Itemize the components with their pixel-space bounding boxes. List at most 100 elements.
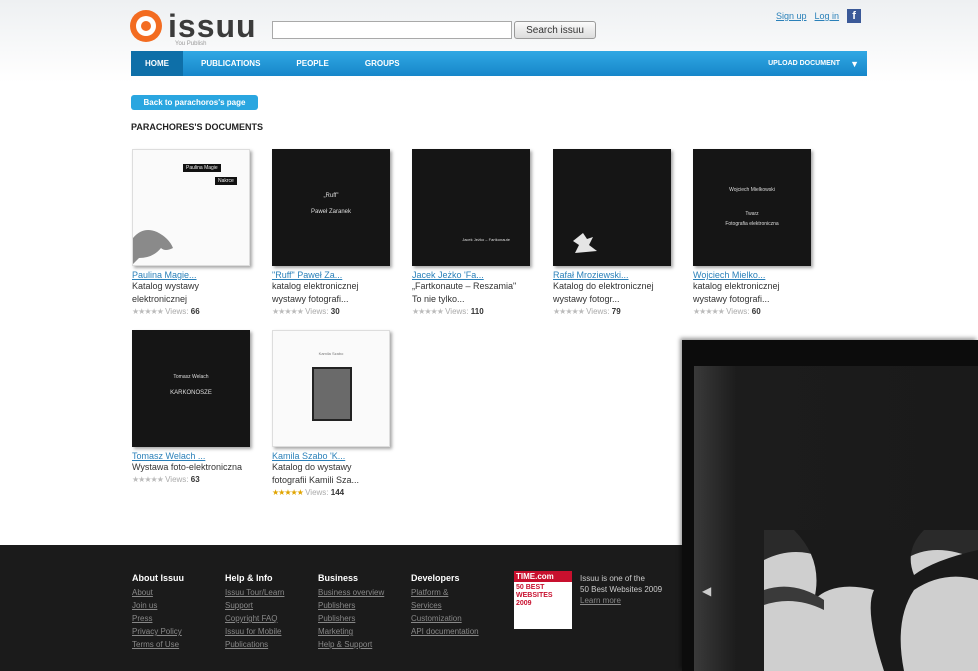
footer-link[interactable]: Publishers	[318, 612, 384, 625]
rating-stars: ★★★★★	[693, 307, 725, 316]
footer-link[interactable]: Marketing	[318, 625, 384, 638]
rating-stars: ★★★★★	[553, 307, 585, 316]
sign-up-link[interactable]: Sign up	[776, 11, 807, 21]
document-title-link[interactable]: Jacek Jeżko 'Fa...	[412, 270, 532, 280]
document-thumbnail[interactable]: „Ruff” Paweł Zaranek	[272, 149, 390, 266]
logo-tagline: You Publish	[175, 41, 207, 47]
search-button[interactable]: Search issuu	[514, 21, 596, 39]
document-card: Tomasz Welach KARKONOSZE Tomasz Welach .…	[132, 330, 252, 484]
footer-link[interactable]: API documentation	[411, 625, 479, 638]
footer-link[interactable]: Press	[132, 612, 184, 625]
footer-heading: Business	[318, 573, 359, 583]
search-input[interactable]	[272, 21, 512, 39]
footer-link[interactable]: Platform &	[411, 586, 479, 599]
document-card: Paulina Magie Nakrce Paulina Magie... Ka…	[132, 149, 252, 316]
footer-link[interactable]: Business overview	[318, 586, 384, 599]
log-in-link[interactable]: Log in	[815, 11, 840, 21]
document-title-link[interactable]: Tomasz Welach ...	[132, 451, 252, 461]
document-title-link[interactable]: "Ruff" Paweł Za...	[272, 270, 392, 280]
document-description: Wystawa foto-elektroniczna	[132, 462, 242, 472]
document-description: „Fartkonaute – Reszamia"	[412, 281, 517, 291]
footer-link[interactable]: Join us	[132, 599, 184, 612]
thumb-label: Paulina Magie	[183, 164, 221, 172]
footer-link[interactable]: Issuu for Mobile	[225, 625, 284, 638]
footer-link[interactable]: Publishers	[318, 599, 384, 612]
views-count: 66	[190, 307, 200, 316]
document-description: wystawy fotogr...	[553, 294, 620, 304]
nav-home[interactable]: HOME	[131, 51, 183, 76]
document-description: katalog elektronicznej	[272, 281, 359, 291]
document-thumbnail[interactable]: Tomasz Welach KARKONOSZE	[132, 330, 250, 447]
viewer-page[interactable]	[764, 530, 978, 671]
document-card: Jacek Jeżko – Fartkonaute Jacek Jeżko 'F…	[412, 149, 532, 316]
award-line: 50 Best Websites 2009	[580, 585, 663, 594]
document-description: fotografii Kamili Sza...	[272, 475, 360, 485]
document-title-link[interactable]: Paulina Magie...	[132, 270, 252, 280]
learn-more-link[interactable]: Learn more	[580, 595, 662, 606]
footer-link[interactable]: Customization	[411, 612, 479, 625]
footer-link[interactable]: Copyright FAQ	[225, 612, 284, 625]
views-label: Views:	[165, 307, 189, 316]
photo-frame	[312, 367, 352, 421]
document-description: Katalog do elektronicznej	[553, 281, 654, 291]
views-label: Views:	[165, 475, 189, 484]
award-line: Issuu is one of the	[580, 574, 645, 583]
footer-link[interactable]: Terms of Use	[132, 638, 184, 651]
nav-people[interactable]: PEOPLE	[278, 51, 346, 76]
facebook-icon[interactable]: f	[847, 9, 862, 23]
views-count: 79	[611, 307, 621, 316]
document-thumbnail[interactable]: Paulina Magie Nakrce	[132, 149, 250, 266]
prev-page-icon[interactable]: ◀	[702, 584, 711, 598]
views-count: 144	[330, 488, 345, 497]
issuu-logo[interactable]: issuu	[130, 10, 257, 42]
views-count: 30	[330, 307, 340, 316]
issuu-logo-icon	[130, 10, 162, 42]
footer-column-help: Help & Info Issuu Tour/Learn Support Cop…	[225, 573, 284, 651]
document-card: „Ruff” Paweł Zaranek "Ruff" Paweł Za... …	[272, 149, 392, 316]
time-badge-head: TIME.com	[514, 571, 572, 582]
document-thumbnail[interactable]	[553, 149, 671, 266]
document-thumbnail[interactable]: Wojciech Mielkowski Twarz Fotografia ele…	[693, 149, 811, 266]
footer-link[interactable]: Privacy Policy	[132, 625, 184, 638]
tree-photo	[764, 530, 978, 671]
thumb-text: Fotografia elektroniczna	[725, 221, 779, 227]
time-badge-line: WEBSITES	[516, 592, 553, 599]
footer-link[interactable]: Support	[225, 599, 284, 612]
time-badge-line: 50 BEST	[516, 584, 545, 591]
document-thumbnail[interactable]: Kamila Szabo	[272, 330, 390, 447]
thumb-text: „Ruff”	[323, 193, 339, 199]
document-viewer-overlay[interactable]: ◀	[682, 340, 978, 671]
footer-link[interactable]: Services	[411, 599, 479, 612]
document-card: Kamila Szabo Kamila Szabo 'K... Katalog …	[272, 330, 392, 497]
rating-stars: ★★★★★	[272, 307, 304, 316]
time-award-badge[interactable]: TIME.com 50 BEST WEBSITES 2009	[514, 571, 572, 629]
document-description: wystawy fotografi...	[272, 294, 349, 304]
footer-link[interactable]: Issuu Tour/Learn	[225, 586, 284, 599]
document-title-link[interactable]: Wojciech Mielko...	[693, 270, 813, 280]
footer-heading: About Issuu	[132, 573, 184, 583]
rating-stars: ★★★★★	[272, 488, 304, 497]
footer-link[interactable]: About	[132, 586, 184, 599]
document-thumbnail[interactable]: Jacek Jeżko – Fartkonaute	[412, 149, 530, 266]
chevron-down-icon: ▼	[850, 58, 859, 69]
upload-document-button[interactable]: UPLOAD DOCUMENT ▼	[768, 59, 867, 69]
time-badge-line: 2009	[516, 600, 532, 607]
footer-heading: Help & Info	[225, 573, 273, 583]
document-title-link[interactable]: Kamila Szabo 'K...	[272, 451, 392, 461]
footer-link[interactable]: Help & Support	[318, 638, 384, 651]
document-description: katalog elektronicznej	[693, 281, 780, 291]
auth-links: Sign up Log in f	[776, 9, 862, 23]
upload-label: UPLOAD DOCUMENT	[768, 60, 841, 67]
rating-stars: ★★★★★	[132, 475, 164, 484]
back-to-page-button[interactable]: Back to parachoros's page	[131, 95, 258, 110]
document-title-link[interactable]: Rafał Mroziewski...	[553, 270, 673, 280]
document-card: Wojciech Mielkowski Twarz Fotografia ele…	[693, 149, 813, 316]
document-card: Rafał Mroziewski... Katalog do elektroni…	[553, 149, 673, 316]
footer-link[interactable]: Publications	[225, 638, 284, 651]
rating-stars: ★★★★★	[132, 307, 164, 316]
footer-column-about: About Issuu About Join us Press Privacy …	[132, 573, 184, 651]
document-description: To nie tylko...	[412, 294, 465, 304]
nav-groups[interactable]: GROUPS	[347, 51, 418, 76]
nav-publications[interactable]: PUBLICATIONS	[183, 51, 278, 76]
section-title: PARACHORES'S DOCUMENTS	[131, 122, 263, 132]
